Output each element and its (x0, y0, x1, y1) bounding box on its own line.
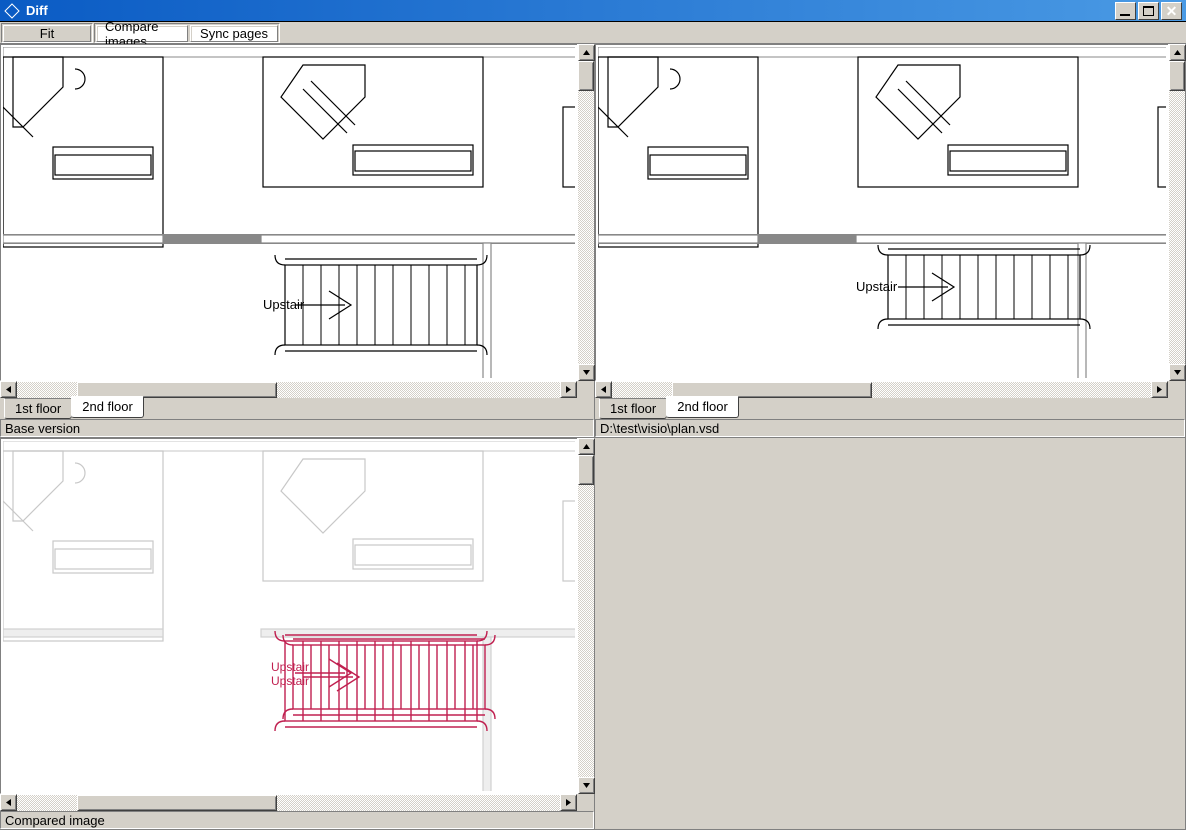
minimize-button[interactable] (1115, 2, 1136, 20)
sync-pages-button[interactable]: Sync pages (190, 25, 278, 42)
hscrollbar[interactable] (17, 794, 560, 811)
pane-bottom-left: Upstair Upstair Compared image (0, 438, 595, 830)
scroll-up-icon[interactable] (578, 438, 595, 455)
tab-2nd-floor[interactable]: 2nd floor (71, 396, 144, 418)
compare-images-button[interactable]: Compare images (96, 25, 188, 42)
vscrollbar[interactable] (577, 44, 594, 381)
upstair-label-diff-2: Upstair (271, 674, 309, 688)
vscrollbar[interactable] (1168, 44, 1185, 381)
scroll-up-icon[interactable] (1169, 44, 1186, 61)
canvas-top-left[interactable]: Upstair (3, 47, 575, 378)
caption-path: D:\test\visio\plan.vsd (595, 419, 1185, 437)
tabs-top-left: 1st floor 2nd floor (0, 398, 594, 419)
maximize-button[interactable] (1138, 2, 1159, 20)
tab-1st-floor[interactable]: 1st floor (599, 398, 667, 419)
close-button[interactable]: ✕ (1161, 2, 1182, 20)
tab-2nd-floor[interactable]: 2nd floor (666, 396, 739, 418)
upstair-label-diff-1: Upstair (271, 660, 309, 674)
scroll-left-icon[interactable] (0, 381, 17, 398)
scroll-left-icon[interactable] (0, 794, 17, 811)
app-icon (4, 3, 20, 19)
tabs-top-right: 1st floor 2nd floor (595, 398, 1185, 419)
caption-base-version: Base version (0, 419, 594, 437)
scroll-down-icon[interactable] (1169, 364, 1186, 381)
pane-top-right: Upstair 1st floor 2nd floor D:\test\visi… (595, 44, 1186, 438)
fit-button[interactable]: Fit (3, 25, 91, 42)
canvas-top-right[interactable]: Upstair (598, 47, 1166, 378)
pane-top-left: Upstair 1st floor 2nd floor Base version (0, 44, 595, 438)
empty-area (595, 438, 1185, 829)
upstair-label: Upstair (856, 279, 898, 294)
scroll-right-icon[interactable] (560, 794, 577, 811)
scroll-left-icon[interactable] (595, 381, 612, 398)
scroll-up-icon[interactable] (578, 44, 595, 61)
caption-compared-image: Compared image (0, 811, 594, 829)
pane-bottom-right (595, 438, 1186, 830)
upstair-label: Upstair (263, 297, 305, 312)
toolbar: Fit Compare images Sync pages (0, 22, 1186, 44)
scroll-right-icon[interactable] (1151, 381, 1168, 398)
window-title: Diff (26, 3, 1115, 18)
canvas-bottom-left[interactable]: Upstair Upstair (3, 441, 575, 791)
vscrollbar[interactable] (577, 438, 594, 794)
scroll-down-icon[interactable] (578, 364, 595, 381)
tab-1st-floor[interactable]: 1st floor (4, 398, 72, 419)
scroll-down-icon[interactable] (578, 777, 595, 794)
scroll-right-icon[interactable] (560, 381, 577, 398)
